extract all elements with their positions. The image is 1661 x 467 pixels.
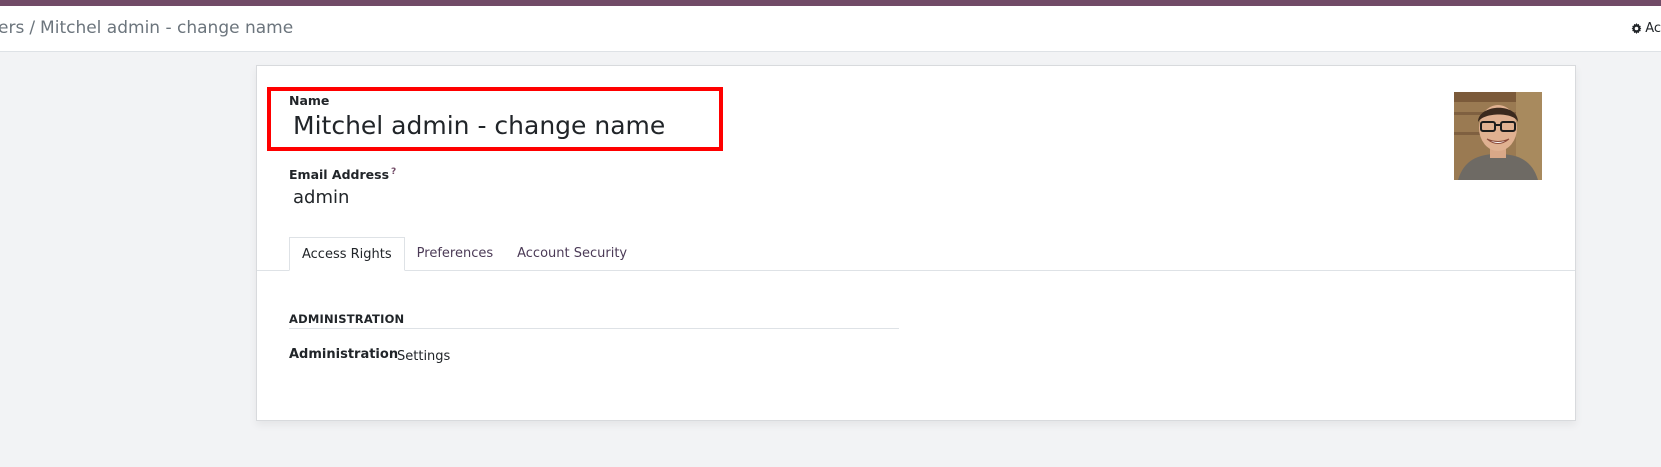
group-divider bbox=[289, 328, 899, 329]
email-label-text: Email Address bbox=[289, 167, 390, 183]
name-input[interactable]: Mitchel admin - change name bbox=[293, 111, 665, 140]
gear-icon bbox=[1631, 23, 1642, 34]
tab-divider bbox=[257, 270, 1575, 271]
breadcrumb-separator: / bbox=[29, 18, 36, 38]
administration-field-label: Administration bbox=[289, 347, 399, 362]
tab-account-security[interactable]: Account Security bbox=[505, 237, 639, 271]
action-menu-label: Ac bbox=[1645, 21, 1661, 36]
name-label: Name bbox=[289, 93, 330, 108]
email-help-icon[interactable]: ? bbox=[391, 167, 396, 177]
notebook-tabs: Access Rights Preferences Account Securi… bbox=[289, 237, 639, 271]
user-avatar[interactable] bbox=[1454, 92, 1542, 180]
administration-group-title: ADMINISTRATION bbox=[289, 312, 405, 326]
breadcrumb-current: Mitchel admin - change name bbox=[40, 18, 294, 38]
tab-preferences[interactable]: Preferences bbox=[405, 237, 505, 271]
administration-field-select[interactable]: Settings bbox=[397, 349, 450, 364]
email-label: Email Address? bbox=[289, 167, 396, 182]
email-input[interactable]: admin bbox=[293, 187, 349, 208]
form-sheet: Name Mitchel admin - change name Email A… bbox=[256, 65, 1576, 421]
control-panel: ers / Mitchel admin - change name Ac bbox=[0, 6, 1661, 52]
breadcrumb: ers / Mitchel admin - change name bbox=[0, 18, 293, 38]
breadcrumb-parent-link[interactable]: ers bbox=[0, 18, 24, 38]
user-photo-icon bbox=[1454, 92, 1542, 180]
tab-access-rights[interactable]: Access Rights bbox=[289, 237, 405, 271]
action-menu-button[interactable]: Ac bbox=[1631, 21, 1661, 36]
